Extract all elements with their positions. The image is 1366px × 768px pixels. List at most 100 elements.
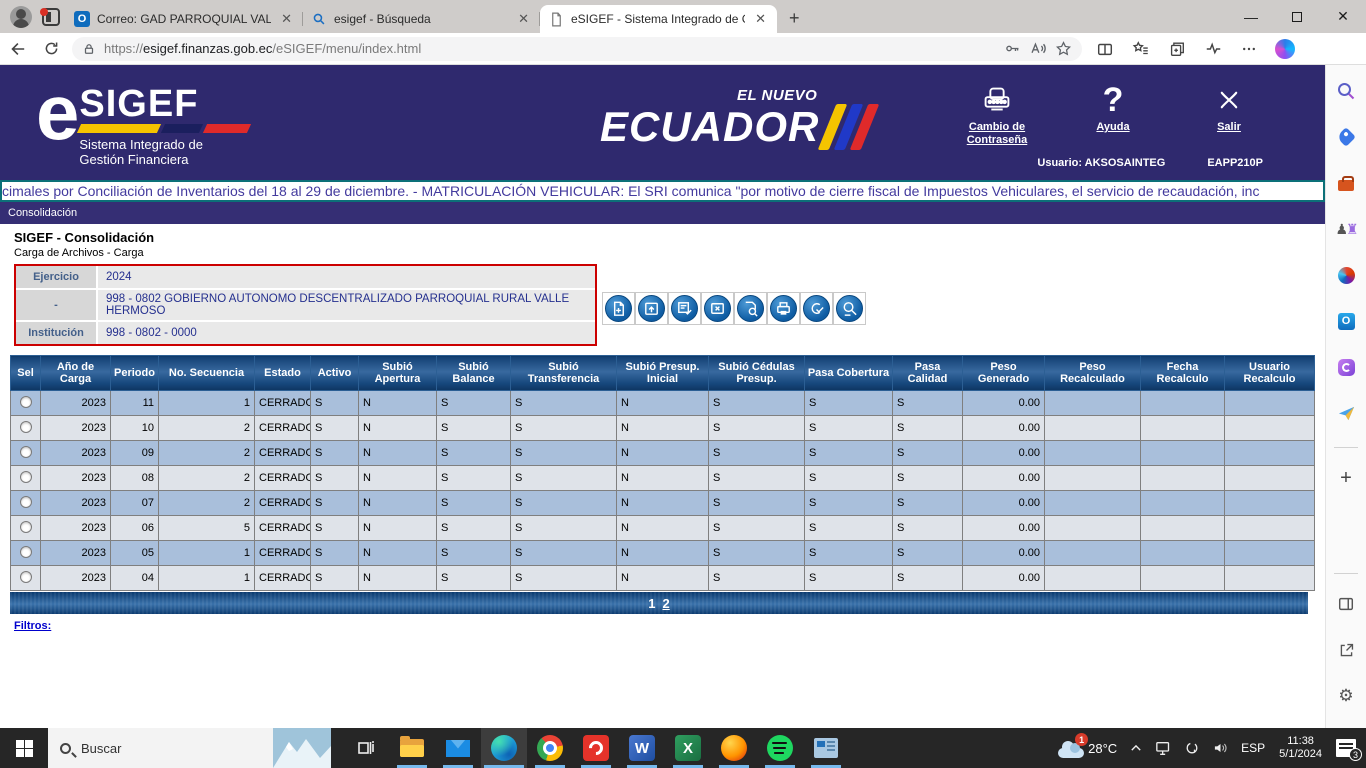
notification-center-icon[interactable]: 3: [1330, 728, 1366, 768]
browser-tab-2[interactable]: esigef - Búsqueda✕: [303, 5, 540, 33]
print-button[interactable]: [767, 292, 800, 325]
menu-item-consolidacion[interactable]: Consolidación: [8, 207, 77, 219]
tray-chevron-icon[interactable]: [1123, 728, 1149, 768]
filters-link[interactable]: Filtros:: [14, 620, 51, 632]
sidebar-tools-icon[interactable]: [1332, 169, 1360, 197]
favorite-star-icon[interactable]: [1055, 40, 1072, 57]
address-bar[interactable]: https://esigef.finanzas.gob.ec/eSIGEF/me…: [72, 37, 1082, 61]
taskbar-edge-icon[interactable]: [481, 728, 527, 768]
row-select-radio[interactable]: [20, 521, 32, 533]
row-select-radio[interactable]: [20, 446, 32, 458]
delete-file-button[interactable]: [701, 292, 734, 325]
taskbar-search[interactable]: Buscar: [48, 728, 331, 768]
pagination-page-link[interactable]: 2: [663, 596, 670, 611]
split-screen-icon[interactable]: [1088, 35, 1122, 63]
browser-tab-3[interactable]: eSIGEF - Sistema Integrado de G✕: [540, 5, 777, 33]
maximize-button[interactable]: [1274, 0, 1320, 33]
row-select-radio[interactable]: [20, 571, 32, 583]
sidebar-panel-icon[interactable]: [1332, 590, 1360, 618]
sidebar-external-link-icon[interactable]: [1332, 636, 1360, 664]
sidebar-games-icon[interactable]: ♟♜: [1332, 215, 1360, 243]
table-cell: S: [893, 466, 963, 491]
app-header: e SIGEF Sistema Integrado deGestión Fina…: [0, 65, 1325, 180]
clock[interactable]: 11:385/1/2024: [1271, 735, 1330, 761]
copilot-icon[interactable]: [1268, 35, 1302, 63]
new-file-button[interactable]: [602, 292, 635, 325]
table-cell: [1225, 416, 1315, 441]
volume-icon[interactable]: [1206, 728, 1235, 768]
context-form: Ejercicio 2024 - 998 - 0802 GOBIERNO AUT…: [14, 264, 597, 346]
refresh-icon[interactable]: [34, 35, 68, 63]
sidebar-designer-icon[interactable]: [1332, 353, 1360, 381]
column-header: Subió Apertura: [359, 356, 437, 391]
table-cell: CERRADO: [255, 491, 311, 516]
table-cell: S: [709, 541, 805, 566]
row-select-radio[interactable]: [20, 496, 32, 508]
table-cell: S: [893, 491, 963, 516]
read-aloud-icon[interactable]: [1029, 40, 1047, 57]
tab-close-icon[interactable]: ✕: [515, 11, 532, 27]
taskbar-spotify-icon[interactable]: [757, 728, 803, 768]
table-cell: 2023: [41, 516, 111, 541]
sync-status-icon[interactable]: [1178, 728, 1206, 768]
table-cell: 2023: [41, 466, 111, 491]
column-header: Subió Cédulas Presup.: [709, 356, 805, 391]
sidebar-settings-gear-icon[interactable]: ⚙: [1332, 682, 1360, 710]
row-select-radio[interactable]: [20, 546, 32, 558]
taskbar-mail-icon[interactable]: [435, 728, 481, 768]
column-header: Pasa Calidad: [893, 356, 963, 391]
back-icon[interactable]: [0, 35, 34, 63]
new-tab-button[interactable]: +: [777, 8, 812, 33]
taskbar-acrobat-icon[interactable]: [573, 728, 619, 768]
sidebar-outlook-icon[interactable]: O: [1332, 307, 1360, 335]
taskbar-system-properties-icon[interactable]: [803, 728, 849, 768]
view-details-button[interactable]: [734, 292, 767, 325]
profile-avatar[interactable]: [10, 6, 32, 28]
taskbar-file-explorer-icon[interactable]: [389, 728, 435, 768]
table-cell: [1225, 466, 1315, 491]
table-cell: [1141, 441, 1225, 466]
taskbar-firefox-icon[interactable]: [711, 728, 757, 768]
more-menu-icon[interactable]: [1232, 35, 1266, 63]
browser-essentials-icon[interactable]: [1196, 35, 1230, 63]
minimize-button[interactable]: —: [1228, 0, 1274, 33]
logout-button[interactable]: Salir: [1188, 79, 1270, 147]
change-password-button[interactable]: Cambio de Contraseña: [956, 79, 1038, 147]
close-button[interactable]: ✕: [1320, 0, 1366, 33]
question-icon: ?: [1072, 79, 1154, 121]
row-select-radio[interactable]: [20, 471, 32, 483]
save-upload-button[interactable]: [635, 292, 668, 325]
row-select-radio[interactable]: [20, 421, 32, 433]
sidebar-customize-button[interactable]: +: [1332, 464, 1360, 492]
table-cell: 0.00: [963, 541, 1045, 566]
table-cell: S: [805, 466, 893, 491]
validate-button[interactable]: [668, 292, 701, 325]
language-indicator[interactable]: ESP: [1235, 728, 1271, 768]
table-cell: [1225, 566, 1315, 591]
taskbar-task-view-icon[interactable]: [343, 728, 389, 768]
approve-button[interactable]: [800, 292, 833, 325]
network-icon[interactable]: [1149, 728, 1178, 768]
collections-icon[interactable]: [1160, 35, 1194, 63]
taskbar-chrome-icon[interactable]: [527, 728, 573, 768]
sidebar-microsoft-365-icon[interactable]: [1332, 261, 1360, 289]
sidebar-shopping-icon[interactable]: [1332, 123, 1360, 151]
start-button[interactable]: [0, 728, 48, 768]
password-key-icon[interactable]: [1004, 40, 1021, 57]
browser-tab-1[interactable]: OCorreo: GAD PARROQUIAL VALLE✕: [66, 5, 303, 33]
taskbar-excel-icon[interactable]: X: [665, 728, 711, 768]
favorites-hub-icon[interactable]: [1124, 35, 1158, 63]
table-cell: S: [805, 491, 893, 516]
weather-tray-item[interactable]: 1 28°C: [1052, 728, 1123, 768]
table-cell: S: [437, 441, 511, 466]
tab-close-icon[interactable]: ✕: [278, 11, 295, 27]
announcement-marquee: cimales por Conciliación de Inventarios …: [0, 180, 1325, 202]
help-button[interactable]: ? Ayuda: [1072, 79, 1154, 147]
sidebar-drop-icon[interactable]: [1332, 399, 1360, 427]
tab-close-icon[interactable]: ✕: [752, 11, 769, 27]
taskbar-word-icon[interactable]: W: [619, 728, 665, 768]
consult-button[interactable]: [833, 292, 866, 325]
row-select-radio[interactable]: [20, 396, 32, 408]
sidebar-search-icon[interactable]: [1332, 77, 1360, 105]
flag-bars: [79, 124, 249, 133]
